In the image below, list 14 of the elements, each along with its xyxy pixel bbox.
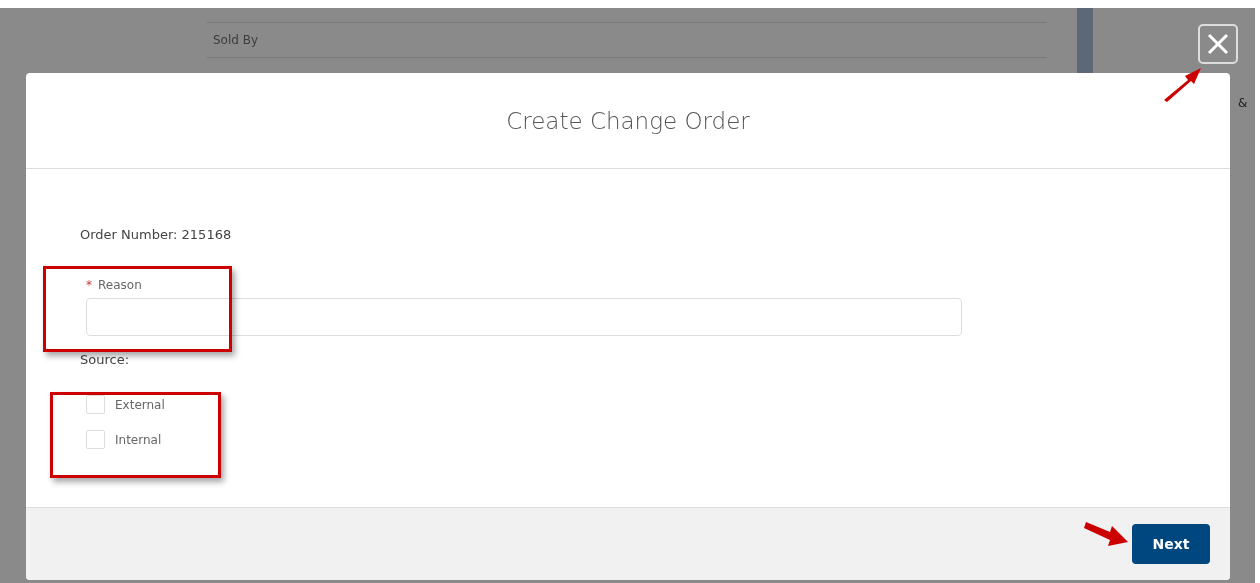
checkbox-label: Internal bbox=[115, 432, 162, 447]
field-label: Sold By bbox=[212, 33, 259, 47]
close-button[interactable] bbox=[1198, 24, 1238, 64]
reason-label: Reason bbox=[98, 278, 142, 292]
checkbox-label: External bbox=[115, 397, 165, 412]
side-strip bbox=[1077, 8, 1093, 74]
modal-title: Create Change Order bbox=[506, 107, 750, 134]
source-label: Source: bbox=[80, 352, 131, 367]
next-button[interactable]: Next bbox=[1132, 524, 1210, 564]
reason-field[interactable] bbox=[86, 298, 962, 336]
order-number: Order Number: 215168 bbox=[80, 227, 233, 242]
side-text: & bbox=[1238, 96, 1248, 110]
required-mark: * bbox=[86, 278, 92, 292]
checkbox[interactable] bbox=[86, 430, 105, 449]
